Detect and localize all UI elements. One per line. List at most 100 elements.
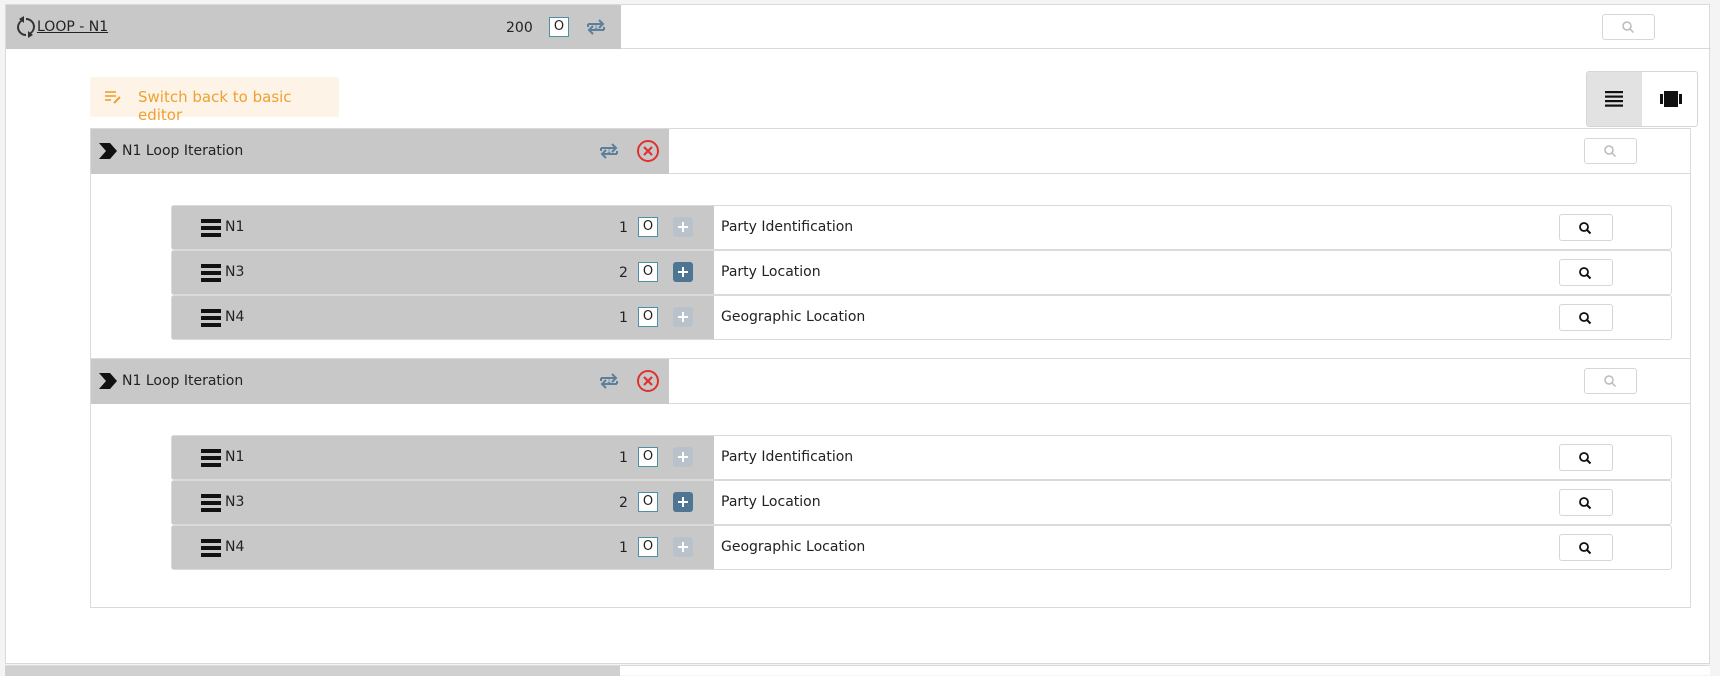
segment-id: N1	[225, 449, 245, 465]
segment-id: N1	[225, 219, 245, 235]
loop-iteration: N1 Loop Iteration 1 N1 1 O Party Identif…	[90, 358, 1691, 608]
segment-row: N4 1 O Geographic Location	[171, 525, 1672, 570]
add-segment-button[interactable]	[673, 262, 693, 282]
segment-count: 1	[619, 220, 628, 236]
segment-search-button[interactable]	[1559, 489, 1613, 516]
optional-badge: O	[638, 262, 658, 282]
loop-title[interactable]: LOOP - N1	[37, 19, 108, 35]
switch-basic-editor-label: Switch back to basic editor	[138, 88, 292, 124]
search-icon	[1579, 452, 1592, 465]
plus-icon	[678, 542, 688, 552]
plus-icon	[678, 497, 688, 507]
segment-count: 1	[619, 450, 628, 466]
segment-search-button[interactable]	[1559, 534, 1613, 561]
loop-iteration: N1 Loop Iteration 1 N1 1 O Party Identif…	[90, 128, 1691, 378]
segment-row: N3 2 O Party Location	[171, 480, 1672, 525]
iteration-title: N1 Loop Iteration	[122, 143, 244, 159]
segment-header-bar: N1 1 O	[172, 436, 714, 479]
search-icon	[1604, 375, 1617, 388]
segment-header-bar: N3 2 O	[172, 251, 714, 294]
segment-name: Geographic Location	[721, 309, 866, 325]
iteration-title: N1 Loop Iteration	[122, 373, 244, 389]
segment-search-button[interactable]	[1559, 304, 1613, 331]
loop-count: 200	[506, 20, 533, 36]
repeat-icon[interactable]: 1	[584, 15, 608, 39]
svg-text:1: 1	[607, 147, 611, 155]
segment-header-bar: N4 1 O	[172, 526, 714, 569]
segment-header-bar: N4 1 O	[172, 296, 714, 339]
segment-name: Party Location	[721, 264, 821, 280]
segment-row: N3 2 O Party Location	[171, 250, 1672, 295]
search-icon	[1622, 21, 1635, 34]
segment-name: Party Identification	[721, 219, 854, 235]
card-view-button[interactable]	[1643, 72, 1697, 126]
search-icon	[1579, 267, 1592, 280]
segment-icon	[201, 309, 221, 327]
segment-id: N3	[225, 264, 245, 280]
segment-id: N4	[225, 309, 245, 325]
segment-icon	[201, 449, 221, 467]
segment-id: N4	[225, 539, 245, 555]
search-icon	[1604, 145, 1617, 158]
remove-iteration-icon[interactable]	[636, 139, 660, 163]
search-icon	[1579, 312, 1592, 325]
add-segment-button	[673, 307, 693, 327]
segment-icon	[201, 264, 221, 282]
iteration-header-bar: N1 Loop Iteration 1	[91, 359, 669, 404]
segment-header-bar: N1 1 O	[172, 206, 714, 249]
add-segment-button	[673, 537, 693, 557]
plus-icon	[678, 222, 688, 232]
segment-name: Geographic Location	[721, 539, 866, 555]
segment-id: N3	[225, 494, 245, 510]
card-view-icon	[1660, 91, 1682, 107]
segment-name: Party Identification	[721, 449, 854, 465]
optional-badge: O	[638, 447, 658, 467]
optional-badge: O	[638, 217, 658, 237]
chevron-right-icon[interactable]	[98, 142, 118, 160]
segment-search-button[interactable]	[1559, 259, 1613, 286]
add-segment-button	[673, 447, 693, 467]
search-icon	[1579, 222, 1592, 235]
iteration-header: N1 Loop Iteration 1	[91, 359, 1690, 404]
repeat-icon[interactable]: 1	[597, 369, 621, 393]
iteration-search-button[interactable]	[1584, 368, 1637, 394]
segment-search-button[interactable]	[1559, 214, 1613, 241]
svg-text:1: 1	[594, 23, 598, 31]
segment-icon	[201, 219, 221, 237]
search-icon	[1579, 542, 1592, 555]
segment-count: 1	[619, 310, 628, 326]
list-view-icon	[1605, 91, 1623, 107]
repeat-icon[interactable]: 1	[597, 139, 621, 163]
segment-header-bar: N3 2 O	[172, 481, 714, 524]
chevron-right-icon[interactable]	[98, 372, 118, 390]
remove-iteration-icon[interactable]	[636, 369, 660, 393]
iteration-header-bar: N1 Loop Iteration 1	[91, 129, 669, 174]
plus-icon	[678, 312, 688, 322]
segment-row: N4 1 O Geographic Location	[171, 295, 1672, 340]
optional-badge: O	[638, 307, 658, 327]
optional-badge: O	[638, 492, 658, 512]
segment-icon	[201, 539, 221, 557]
loop-arrows-icon	[17, 16, 35, 38]
list-view-button[interactable]	[1587, 72, 1642, 126]
edit-lines-icon	[105, 91, 121, 104]
optional-badge: O	[638, 537, 658, 557]
segment-name: Party Location	[721, 494, 821, 510]
segment-row: N1 1 O Party Identification	[171, 205, 1672, 250]
segment-search-button[interactable]	[1559, 444, 1613, 471]
iteration-header: N1 Loop Iteration 1	[91, 129, 1690, 174]
search-icon	[1579, 497, 1592, 510]
add-segment-button[interactable]	[673, 492, 693, 512]
segment-count: 2	[619, 265, 628, 281]
switch-basic-editor-button[interactable]: Switch back to basic editor	[90, 77, 339, 124]
loop-search-button[interactable]	[1602, 14, 1655, 40]
loop-header: LOOP - N1 200 O 1	[6, 5, 1711, 49]
iteration-search-button[interactable]	[1584, 138, 1637, 164]
plus-icon	[678, 452, 688, 462]
loop-header-bar: LOOP - N1 200 O 1	[6, 5, 621, 49]
segment-count: 1	[619, 540, 628, 556]
segment-icon	[201, 494, 221, 512]
svg-text:1: 1	[607, 377, 611, 385]
view-toggle	[1586, 71, 1698, 127]
optional-badge: O	[549, 17, 569, 37]
